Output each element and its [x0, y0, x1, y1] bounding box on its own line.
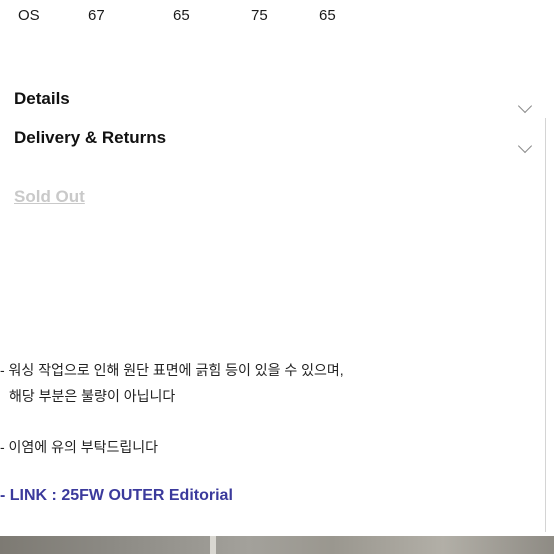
- size-cell-size: OS: [18, 7, 40, 24]
- size-table-row: OS 67 65 75 65: [0, 7, 554, 27]
- details-accordion-label: Details: [14, 89, 70, 108]
- size-cell-4: 65: [319, 7, 336, 24]
- scrollbar-track: [545, 118, 546, 532]
- product-detail-page: OS 67 65 75 65 Details Delivery & Return…: [0, 0, 554, 554]
- delivery-returns-accordion[interactable]: Delivery & Returns: [0, 128, 554, 160]
- product-photo: [0, 536, 554, 554]
- delivery-returns-accordion-label: Delivery & Returns: [14, 128, 167, 147]
- chevron-down-icon: [517, 138, 533, 154]
- details-accordion[interactable]: Details: [0, 89, 554, 121]
- description-line: - 이염에 유의 부탁드립니다: [0, 439, 159, 455]
- size-cell-2: 65: [173, 7, 190, 24]
- description-line: - 워싱 작업으로 인해 원단 표면에 긁힘 등이 있을 수 있으며,: [0, 362, 344, 378]
- photo-highlight: [210, 536, 216, 554]
- editorial-link[interactable]: - LINK : 25FW OUTER Editorial: [0, 487, 233, 505]
- description-line: 해당 부분은 불량이 아닙니다: [9, 388, 176, 404]
- chevron-down-icon: [517, 98, 533, 114]
- size-cell-3: 75: [251, 7, 268, 24]
- sold-out-button[interactable]: Sold Out: [14, 187, 85, 207]
- size-cell-1: 67: [88, 7, 105, 24]
